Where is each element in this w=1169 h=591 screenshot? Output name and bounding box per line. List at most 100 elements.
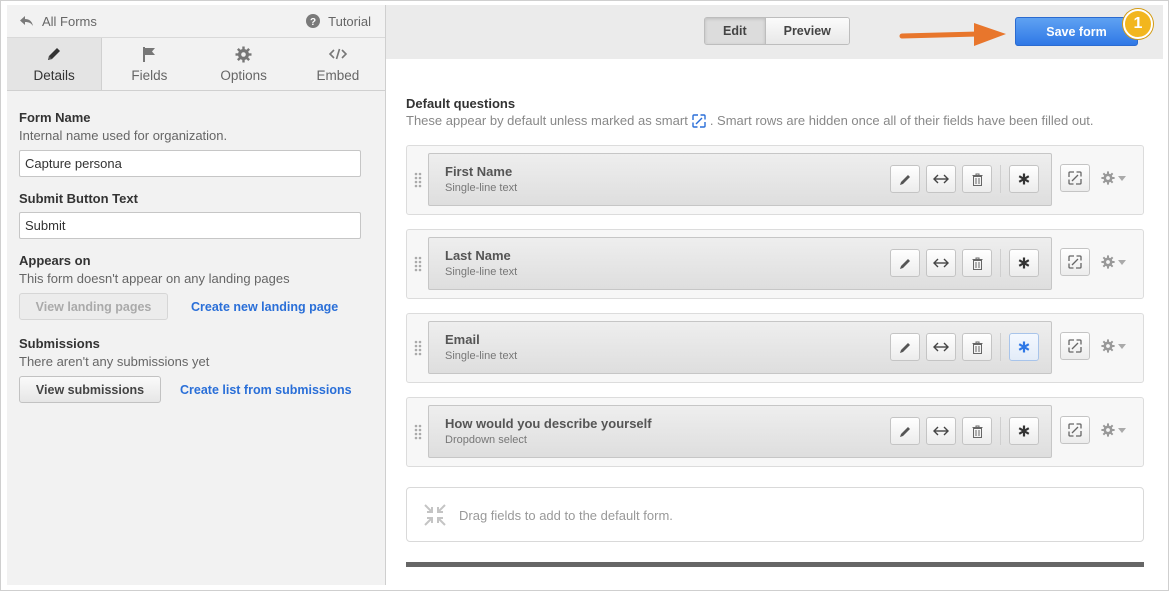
field-name: Last Name [445,248,511,263]
submit-text-input[interactable] [19,212,361,239]
edit-button[interactable]: Edit [705,18,766,44]
edit-field-button[interactable] [890,417,920,445]
field-tools [890,333,1039,361]
chevron-down-icon [1118,259,1126,265]
gear-icon [1101,339,1115,353]
required-toggle-button[interactable] [1009,249,1039,277]
field-type: Single-line text [445,182,518,194]
tool-divider [1000,165,1001,193]
help-icon: ? [306,14,321,28]
all-forms-link[interactable]: All Forms [19,14,97,29]
gear-icon [1101,171,1115,185]
tutorial-link[interactable]: ? Tutorial [306,14,371,29]
field-card[interactable]: First Name Single-line text [428,153,1052,206]
gear-icon [1101,423,1115,437]
edit-field-button[interactable] [890,249,920,277]
tab-details[interactable]: Details [7,38,103,90]
smart-field-button[interactable] [1060,164,1090,192]
form-end-divider [406,562,1144,567]
field-drop-zone[interactable]: Drag fields to add to the default form. [406,487,1144,542]
resize-horizontal-icon [933,426,949,436]
form-name-input[interactable] [19,150,361,177]
form-name-section: Form Name Internal name used for organiz… [19,110,227,143]
row-settings-menu[interactable] [1101,171,1126,185]
field-row: How would you describe yourself Dropdown… [406,397,1144,467]
pencil-icon [899,426,910,437]
field-tools [890,165,1039,193]
chevron-down-icon [1118,175,1126,181]
tab-fields[interactable]: Fields [102,38,196,90]
resize-field-button[interactable] [926,249,956,277]
preview-button[interactable]: Preview [765,18,849,44]
smart-icon [692,113,706,128]
resize-field-button[interactable] [926,333,956,361]
row-settings-menu[interactable] [1101,339,1126,353]
smart-field-button[interactable] [1060,416,1090,444]
tab-embed[interactable]: Embed [291,38,385,90]
row-settings-menu[interactable] [1101,423,1126,437]
resize-field-button[interactable] [926,417,956,445]
create-landing-page-link[interactable]: Create new landing page [191,300,338,314]
form-name-label: Form Name [19,110,91,125]
pencil-icon [899,342,910,353]
subtitle-text-end: . Smart rows are hidden once all of thei… [709,113,1094,128]
drag-handle-icon[interactable] [414,256,422,272]
required-toggle-button[interactable] [1009,165,1039,193]
tab-options[interactable]: Options [197,38,291,90]
drag-handle-icon[interactable] [414,424,422,440]
flag-icon [141,45,157,63]
field-card[interactable]: Last Name Single-line text [428,237,1052,290]
field-row: Last Name Single-line text [406,229,1144,299]
smart-field-button[interactable] [1060,248,1090,276]
edit-preview-toggle: Edit Preview [704,17,850,45]
tutorial-label: Tutorial [328,13,371,29]
form-name-hint: Internal name used for organization. [19,128,228,143]
field-tools [890,249,1039,277]
asterisk-icon [1018,257,1030,269]
view-landing-pages-button[interactable]: View landing pages [19,293,168,320]
resize-field-button[interactable] [926,165,956,193]
tab-options-label: Options [220,68,267,83]
smart-icon [1068,339,1082,353]
editor-toolbar: Edit Preview Save form 1 [386,5,1163,59]
field-card[interactable]: How would you describe yourself Dropdown… [428,405,1052,458]
callout-arrow-icon [899,23,1006,46]
trash-icon [972,341,982,354]
edit-field-button[interactable] [890,165,920,193]
smart-icon [1068,171,1082,185]
delete-field-button[interactable] [962,249,992,277]
resize-horizontal-icon [933,174,949,184]
delete-field-button[interactable] [962,333,992,361]
field-name: How would you describe yourself [445,416,652,431]
pencil-icon [899,174,910,185]
all-forms-label: All Forms [42,13,97,29]
create-list-link[interactable]: Create list from submissions [180,383,352,397]
row-settings-menu[interactable] [1101,255,1126,269]
edit-field-button[interactable] [890,333,920,361]
submissions-hint: There aren't any submissions yet [19,354,210,369]
left-topbar: All Forms ? Tutorial [7,5,385,37]
field-tools [890,417,1039,445]
asterisk-icon [1018,173,1030,185]
tab-embed-label: Embed [316,68,360,83]
smart-field-button[interactable] [1060,332,1090,360]
field-card[interactable]: Email Single-line text [428,321,1052,374]
drag-handle-icon[interactable] [414,172,422,188]
left-panel: All Forms ? Tutorial Details Fields Opti… [7,5,386,585]
asterisk-icon [1018,425,1030,437]
view-submissions-button[interactable]: View submissions [19,376,161,403]
drag-handle-icon[interactable] [414,340,422,356]
delete-field-button[interactable] [962,417,992,445]
field-type: Dropdown select [445,434,527,446]
field-name: Email [445,332,480,347]
back-arrow-icon [19,15,34,27]
delete-field-button[interactable] [962,165,992,193]
required-toggle-button[interactable] [1009,417,1039,445]
field-row: First Name Single-line text [406,145,1144,215]
trash-icon [972,425,982,438]
compress-arrows-icon [424,504,446,526]
resize-horizontal-icon [933,342,949,352]
required-toggle-button[interactable] [1009,333,1039,361]
save-form-button[interactable]: Save form [1015,17,1138,46]
drop-zone-text: Drag fields to add to the default form. [459,508,673,523]
